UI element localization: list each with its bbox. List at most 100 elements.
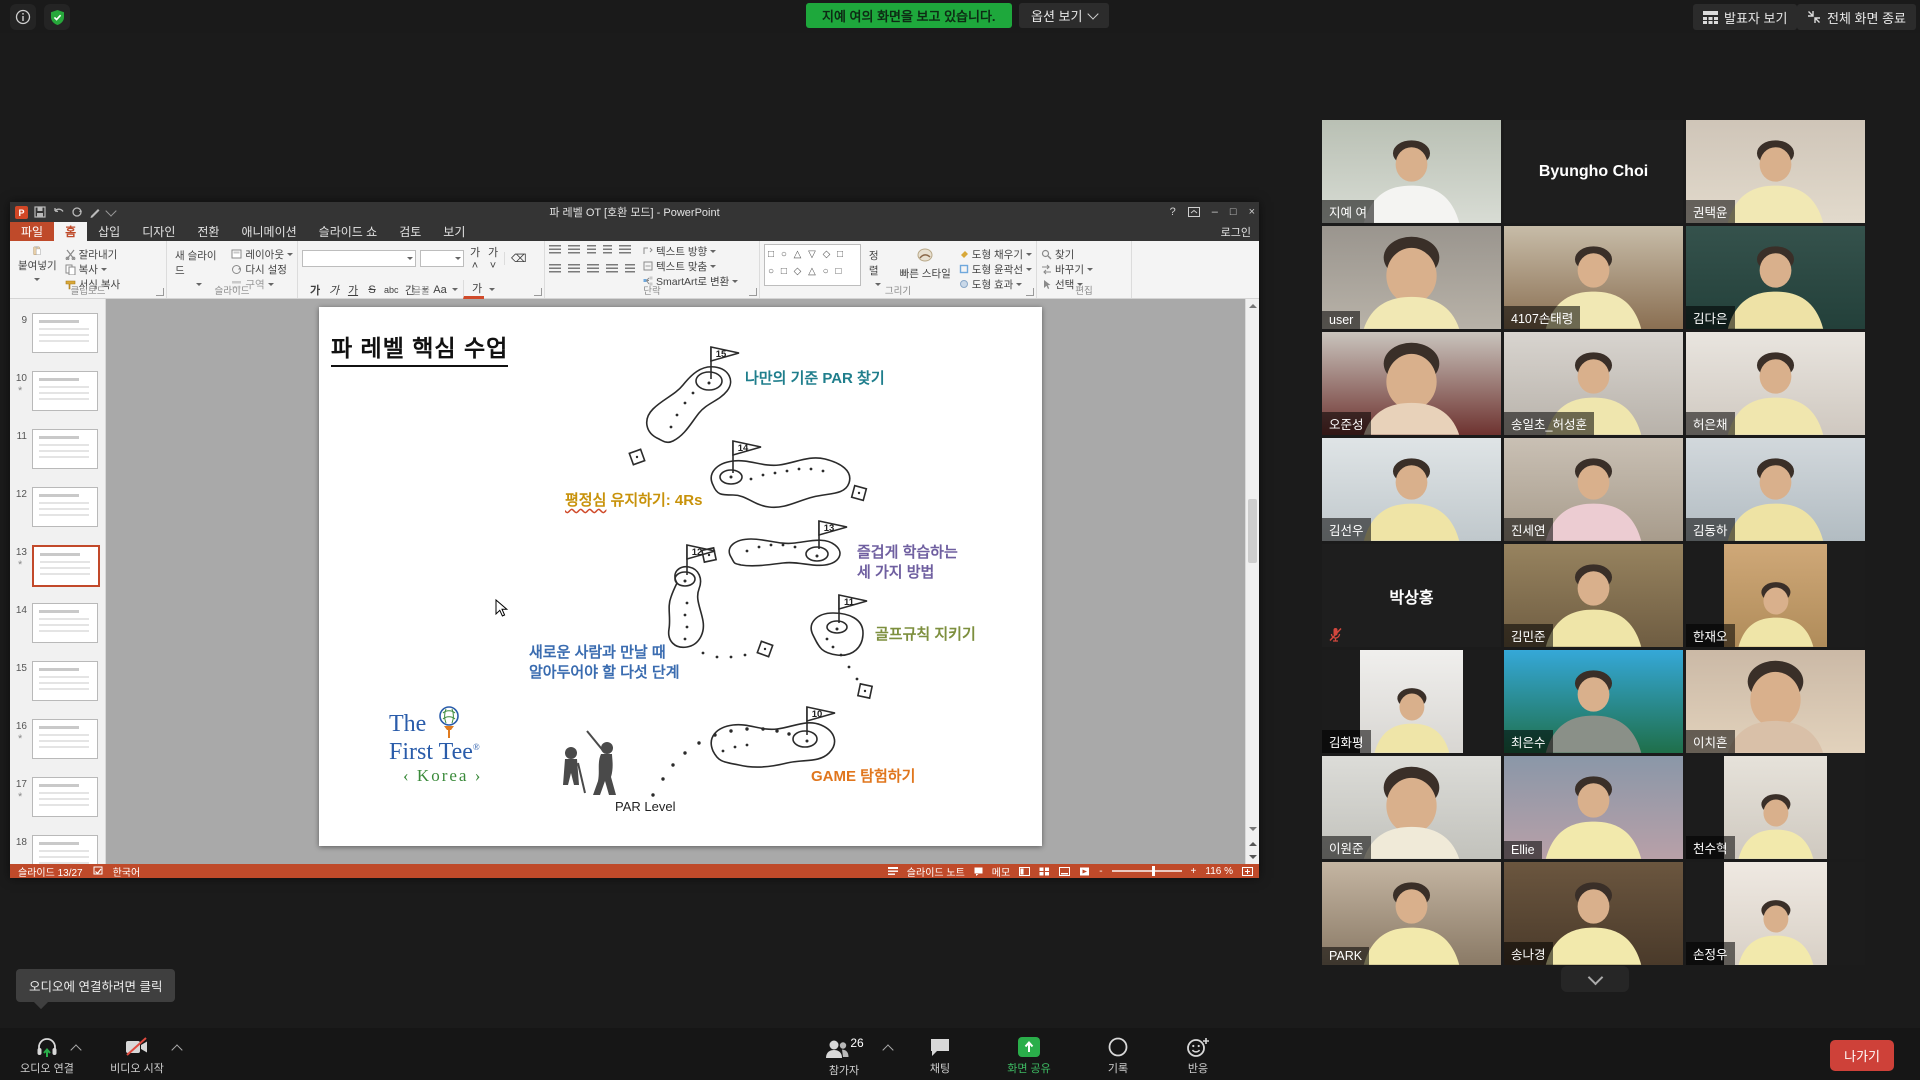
paste-button[interactable]: 붙여넣기	[14, 244, 61, 286]
exit-fullscreen-button[interactable]: 전체 화면 종료	[1797, 4, 1916, 30]
participant-tile[interactable]: 김민준	[1504, 544, 1683, 647]
participant-tile[interactable]: Byungho Choi	[1504, 120, 1683, 223]
scrollbar-thumb[interactable]	[1248, 499, 1257, 563]
ribbon-tab-7[interactable]: 검토	[388, 222, 432, 241]
meeting-info-icon[interactable]	[10, 4, 36, 30]
ribbon-tab-5[interactable]: 애니메이션	[230, 222, 307, 241]
slide-thumbnail-18[interactable]: 18	[10, 835, 105, 864]
shrink-font-button[interactable]: 가˅	[486, 244, 500, 272]
participant-tile[interactable]: 김선우	[1322, 438, 1501, 541]
slide-thumbnail-14[interactable]: 14	[10, 603, 105, 647]
align-right-button[interactable]	[587, 264, 599, 273]
normal-view-icon[interactable]	[1019, 867, 1030, 876]
quick-styles-button[interactable]: 빠른 스타일	[896, 244, 955, 286]
shape-outline-button[interactable]: 도형 윤곽선	[959, 262, 1032, 276]
spellcheck-icon[interactable]	[93, 866, 103, 876]
participant-tile[interactable]: Ellie	[1504, 756, 1683, 859]
participant-tile[interactable]: 진세연	[1504, 438, 1683, 541]
line-spacing-button[interactable]	[619, 245, 631, 254]
participant-tile[interactable]: 권택윤	[1686, 120, 1865, 223]
dialog-launcher-icon[interactable]	[534, 288, 542, 296]
cut-button[interactable]: 잘라내기	[65, 247, 121, 261]
participant-tile[interactable]: 송나경	[1504, 862, 1683, 965]
slide-thumbnail-17[interactable]: 17*	[10, 777, 105, 821]
video-options-chevron[interactable]	[171, 1044, 182, 1055]
slide-thumbnail-15[interactable]: 15	[10, 661, 105, 705]
zoom-percentage[interactable]: 116 %	[1205, 866, 1233, 877]
ribbon-tab-4[interactable]: 전환	[186, 222, 230, 241]
participant-tile[interactable]: 허은채	[1686, 332, 1865, 435]
replace-button[interactable]: 바꾸기	[1041, 262, 1093, 276]
participant-tile[interactable]: 이치흔	[1686, 650, 1865, 753]
clear-formatting-button[interactable]: ⌫	[504, 252, 525, 265]
ribbon-tab-2[interactable]: 삽입	[87, 222, 131, 241]
zoom-slider[interactable]	[1112, 870, 1182, 872]
participant-tile[interactable]: 김화평	[1322, 650, 1501, 753]
zoom-out-button[interactable]: -	[1099, 866, 1102, 877]
view-options-button[interactable]: 옵션 보기	[1019, 3, 1109, 28]
minimize-button[interactable]: –	[1212, 206, 1218, 218]
close-button[interactable]: ×	[1249, 206, 1255, 218]
participant-tile[interactable]: user	[1322, 226, 1501, 329]
slideshow-view-icon[interactable]	[1079, 867, 1090, 876]
participants-options-chevron[interactable]	[882, 1044, 893, 1055]
participant-tile[interactable]: 천수혁	[1686, 756, 1865, 859]
slide-thumbnail-9[interactable]: 9	[10, 313, 105, 357]
participant-tile[interactable]: PARK	[1322, 862, 1501, 965]
layout-button[interactable]: 레이아웃	[231, 247, 293, 261]
participant-tile[interactable]: 이원준	[1322, 756, 1501, 859]
chat-button[interactable]: 채팅	[912, 1036, 968, 1076]
next-slide-button[interactable]	[1246, 851, 1259, 864]
powerpoint-title-bar[interactable]: P 파 레벨 OT [호환 모드] - PowerPoint ? – □ ×	[10, 202, 1259, 222]
current-slide[interactable]: 15 14 13 12 11 10	[319, 307, 1042, 846]
scroll-down-arrow[interactable]	[1246, 823, 1259, 836]
ribbon-tab-1[interactable]: 홈	[54, 222, 87, 241]
participant-tile[interactable]: 박상홍	[1322, 544, 1501, 647]
increase-indent-button[interactable]	[603, 245, 612, 254]
repeat-icon[interactable]	[71, 206, 83, 218]
participant-tile[interactable]: 송일초_허성훈	[1504, 332, 1683, 435]
slide-thumbnail-13[interactable]: 13*	[10, 545, 105, 589]
ribbon-tab-8[interactable]: 보기	[432, 222, 476, 241]
security-shield-button[interactable]	[44, 4, 70, 30]
columns-button[interactable]	[625, 264, 635, 273]
ribbon-tab-3[interactable]: 디자인	[131, 222, 186, 241]
start-video-button[interactable]: 비디오 시작	[104, 1036, 170, 1076]
participants-button[interactable]: 26 참가자	[812, 1036, 876, 1078]
participant-tile[interactable]: 4107손태령	[1504, 226, 1683, 329]
bullets-button[interactable]	[549, 245, 561, 254]
text-direction-button[interactable]: 텍스트 방향	[643, 244, 738, 258]
slide-thumbnail-16[interactable]: 16*	[10, 719, 105, 763]
participant-tile[interactable]: 김동하	[1686, 438, 1865, 541]
previous-slide-button[interactable]	[1246, 837, 1259, 850]
speaker-view-button[interactable]: 발표자 보기	[1693, 4, 1797, 30]
record-button[interactable]: 기록	[1090, 1036, 1146, 1076]
grow-font-button[interactable]: 가˄	[468, 244, 482, 272]
justify-button[interactable]	[606, 264, 618, 273]
copy-button[interactable]: 복사	[65, 262, 121, 276]
participant-tile[interactable]: 최은수	[1504, 650, 1683, 753]
ribbon-options-icon[interactable]	[1188, 207, 1200, 217]
ribbon-tab-6[interactable]: 슬라이드 쇼	[308, 222, 389, 241]
dialog-launcher-icon[interactable]	[1026, 288, 1034, 296]
scroll-up-arrow[interactable]	[1246, 299, 1259, 312]
font-size-select[interactable]	[420, 250, 464, 267]
dialog-launcher-icon[interactable]	[156, 288, 164, 296]
save-icon[interactable]	[34, 206, 46, 218]
undo-icon[interactable]	[52, 207, 65, 218]
share-screen-button[interactable]: 화면 공유	[996, 1036, 1062, 1076]
participant-tile[interactable]: 오준성	[1322, 332, 1501, 435]
participant-tile[interactable]: 한재오	[1686, 544, 1865, 647]
find-button[interactable]: 찾기	[1041, 247, 1093, 261]
qat-dropdown-icon[interactable]	[105, 205, 116, 216]
shapes-gallery[interactable]: □ ○ △ ▽ ◇ □○ □ ◇ △ ○ □	[764, 244, 861, 286]
restore-button[interactable]: □	[1230, 206, 1237, 218]
pen-icon[interactable]	[89, 206, 101, 218]
language-indicator[interactable]: 한국어	[113, 864, 141, 879]
slide-sorter-view-icon[interactable]	[1039, 867, 1050, 876]
fit-to-window-icon[interactable]	[1242, 867, 1253, 876]
shape-fill-button[interactable]: 도형 채우기	[959, 247, 1032, 261]
reactions-button[interactable]: 반응	[1170, 1036, 1226, 1076]
text-align-button[interactable]: 텍스트 맞춤	[643, 259, 738, 273]
numbering-button[interactable]	[568, 245, 580, 254]
